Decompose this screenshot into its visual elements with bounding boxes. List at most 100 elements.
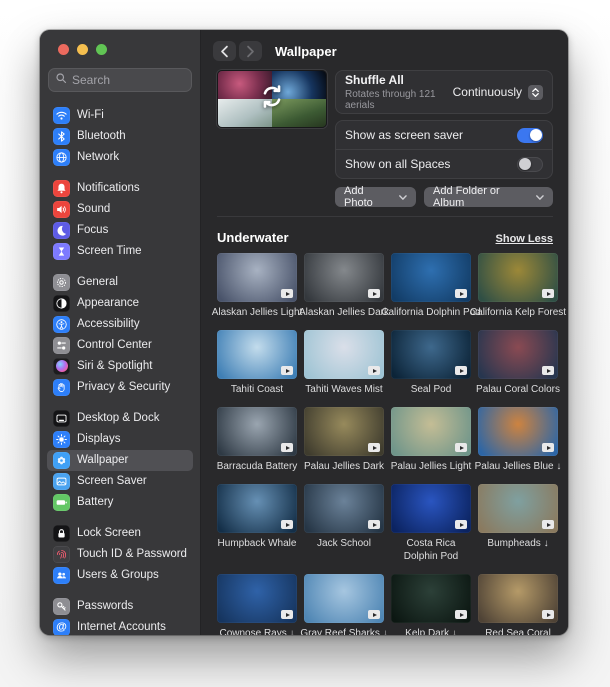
- toggle-show-as-screen-saver[interactable]: [517, 128, 543, 143]
- sidebar-item-notifications[interactable]: Notifications: [47, 178, 193, 199]
- sidebar-item-bluetooth[interactable]: Bluetooth: [47, 126, 193, 147]
- sidebar-item-label: Touch ID & Password: [77, 548, 187, 560]
- forward-button[interactable]: [239, 41, 262, 61]
- sidebar-item-label: Screen Time: [77, 245, 142, 257]
- sidebar-item-label: Desktop & Dock: [77, 412, 159, 424]
- show-less-link[interactable]: Show Less: [496, 233, 553, 245]
- wallpaper-thumbnail-kelp-dark[interactable]: [391, 574, 471, 623]
- video-play-badge-icon: [542, 289, 554, 298]
- sidebar-item-screen-time[interactable]: Screen Time: [47, 241, 193, 262]
- sidebar-group: Wi-FiBluetoothNetwork: [47, 105, 193, 168]
- sidebar: Search Wi-FiBluetoothNetwork Notification…: [40, 30, 201, 635]
- wallpaper-cell: Alaskan Jellies Light: [217, 253, 297, 319]
- back-button[interactable]: [213, 41, 236, 61]
- sidebar-item-siri-spotlight[interactable]: Siri & Spotlight: [47, 356, 193, 377]
- wallpaper-thumbnail-seal-pod[interactable]: [391, 330, 471, 379]
- wallpaper-thumbnail-red-sea-coral-from-above[interactable]: [478, 574, 558, 623]
- wallpaper-thumbnail-humpback-whale[interactable]: [217, 484, 297, 533]
- wallpaper-label: Palau Coral Colors: [463, 383, 568, 396]
- sidebar-item-lock-screen[interactable]: Lock Screen: [47, 523, 193, 544]
- video-play-badge-icon: [281, 520, 293, 529]
- stepper-icon: [528, 85, 543, 100]
- video-play-badge-icon: [542, 366, 554, 375]
- sidebar-item-passwords[interactable]: Passwords: [47, 596, 193, 617]
- search-icon: [55, 72, 67, 87]
- wallpaper-thumbnail-palau-coral-colors[interactable]: [478, 330, 558, 379]
- wallpaper-thumbnail-tahiti-waves-mist[interactable]: [304, 330, 384, 379]
- sidebar-item-control-center[interactable]: Control Center: [47, 335, 193, 356]
- wallpaper-cell: California Kelp Forest: [478, 253, 558, 319]
- wallpaper-preview-thumbnail[interactable]: [217, 70, 327, 128]
- add-photo-label: Add Photo: [344, 185, 394, 209]
- wallpaper-thumbnail-barracuda-battery[interactable]: [217, 407, 297, 456]
- sidebar-item-label: Privacy & Security: [77, 381, 170, 393]
- sidebar-item-label: Accessibility: [77, 318, 140, 330]
- video-play-badge-icon: [455, 289, 467, 298]
- wallpaper-thumbnail-palau-jellies-dark[interactable]: [304, 407, 384, 456]
- shuffle-setting-row: Shuffle All Rotates through 121 aerials …: [335, 70, 553, 114]
- sidebar-item-touch-id-password[interactable]: Touch ID & Password: [47, 544, 193, 565]
- sidebar-item-label: Appearance: [77, 297, 139, 309]
- sidebar-item-accessibility[interactable]: Accessibility: [47, 314, 193, 335]
- sidebar-item-network[interactable]: Network: [47, 147, 193, 168]
- setting-row: Show on all Spaces: [336, 149, 552, 178]
- wallpaper-thumbnail-alaskan-jellies-light[interactable]: [217, 253, 297, 302]
- toggle-settings-group: Show as screen saverShow on all Spaces: [335, 120, 553, 179]
- wallpaper-thumbnail-california-kelp-forest[interactable]: [478, 253, 558, 302]
- wallpaper-cell: Palau Jellies Light: [391, 407, 471, 473]
- wallpaper-cell: Palau Jellies Dark: [304, 407, 384, 473]
- wallpaper-label: Palau Jellies Blue ↓: [463, 460, 568, 473]
- toggle-show-on-all-spaces[interactable]: [517, 157, 543, 172]
- wallpaper-thumbnail-gray-reef-sharks[interactable]: [304, 574, 384, 623]
- sidebar-group: Lock Screen Touch ID & Password Users & Gr…: [47, 523, 193, 586]
- wallpaper-thumbnail-tahiti-coast[interactable]: [217, 330, 297, 379]
- search-input[interactable]: Search: [48, 68, 192, 92]
- zoom-button[interactable]: [96, 44, 107, 55]
- sidebar-item-label: Siri & Spotlight: [77, 360, 152, 372]
- sidebar-item-users-groups[interactable]: Users & Groups: [47, 565, 193, 586]
- sidebar-item-privacy-security[interactable]: Privacy & Security: [47, 377, 193, 398]
- video-play-badge-icon: [542, 443, 554, 452]
- sidebar-item-wi-fi[interactable]: Wi-Fi: [47, 105, 193, 126]
- video-play-badge-icon: [368, 366, 380, 375]
- close-button[interactable]: [58, 44, 69, 55]
- sidebar-item-desktop-dock[interactable]: Desktop & Dock: [47, 408, 193, 429]
- appearance-icon: [53, 295, 70, 312]
- video-play-badge-icon: [455, 520, 467, 529]
- sidebar-item-label: Control Center: [77, 339, 152, 351]
- add-photo-button[interactable]: Add Photo: [335, 187, 416, 207]
- sidebar-group: Passwords@Internet Accounts: [47, 596, 193, 636]
- video-play-badge-icon: [542, 520, 554, 529]
- sidebar-item-displays[interactable]: Displays: [47, 429, 193, 450]
- wallpaper-thumbnail-palau-jellies-blue[interactable]: [478, 407, 558, 456]
- sidebar-item-wallpaper[interactable]: Wallpaper: [47, 450, 193, 471]
- wallpaper-cell: California Dolphin Pod: [391, 253, 471, 319]
- sidebar-item-battery[interactable]: Battery: [47, 492, 193, 513]
- wallpaper-settings: Shuffle All Rotates through 121 aerials …: [201, 63, 568, 635]
- video-play-badge-icon: [281, 366, 293, 375]
- wallpaper-thumbnail-jack-school[interactable]: [304, 484, 384, 533]
- sidebar-item-general[interactable]: General: [47, 272, 193, 293]
- setting-row: Show as screen saver: [336, 121, 552, 149]
- wallpaper-label: California Kelp Forest: [463, 306, 568, 319]
- wallpaper-thumbnail-palau-jellies-light[interactable]: [391, 407, 471, 456]
- shuffle-frequency-select[interactable]: Continuously: [453, 85, 543, 100]
- sound-icon: [53, 201, 70, 218]
- add-folder-or-album-button[interactable]: Add Folder or Album: [424, 187, 553, 207]
- sidebar-item-appearance[interactable]: Appearance: [47, 293, 193, 314]
- chevron-down-icon: [536, 195, 544, 200]
- sidebar-item-screen-saver[interactable]: Screen Saver: [47, 471, 193, 492]
- sidebar-group: Desktop & Dock DisplaysWallpaperScreen Sa…: [47, 408, 193, 513]
- minimize-button[interactable]: [77, 44, 88, 55]
- window-controls: [40, 30, 200, 55]
- sidebar-item-internet-accounts[interactable]: @Internet Accounts: [47, 617, 193, 636]
- wallpaper-thumbnail-costa-rica-dolphin-pod[interactable]: [391, 484, 471, 533]
- wallpaper-thumbnail-alaskan-jellies-dark[interactable]: [304, 253, 384, 302]
- wallpaper-thumbnail-california-dolphin-pod[interactable]: [391, 253, 471, 302]
- video-play-badge-icon: [281, 289, 293, 298]
- sidebar-item-focus[interactable]: Focus: [47, 220, 193, 241]
- sidebar-item-sound[interactable]: Sound: [47, 199, 193, 220]
- notifications-icon: [53, 180, 70, 197]
- wallpaper-thumbnail-bumpheads[interactable]: [478, 484, 558, 533]
- wallpaper-thumbnail-cownose-rays[interactable]: [217, 574, 297, 623]
